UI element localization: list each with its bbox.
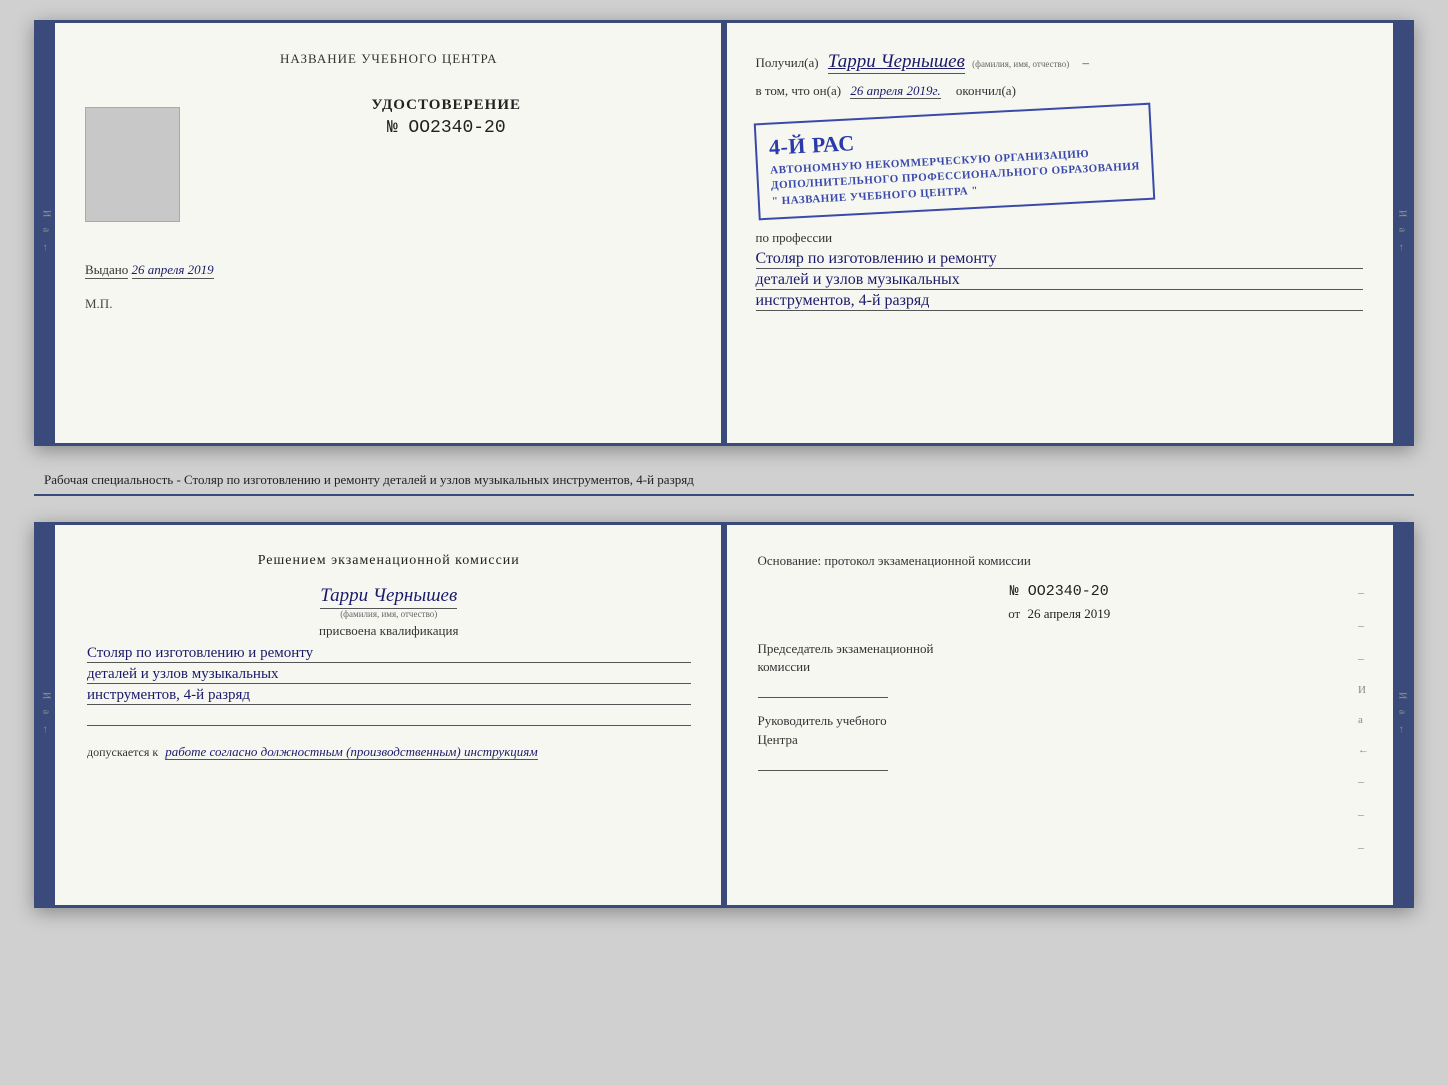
protocol-date-value: 26 апреля 2019 bbox=[1027, 606, 1110, 621]
profession-label: по профессии bbox=[756, 230, 1364, 246]
qualification-lines: Столяр по изготовлению и ремонту деталей… bbox=[87, 645, 691, 726]
dash2: – bbox=[1358, 618, 1369, 633]
bottom-right-page: Основание: протокол экзаменационной коми… bbox=[726, 525, 1394, 905]
chair-label: Председатель экзаменационной комиссии bbox=[758, 640, 1362, 676]
right-dashes: – – – И а ← – – – bbox=[1358, 585, 1369, 855]
tom-line: в том, что он(а) 26 апреля 2019г. окончи… bbox=[756, 83, 1364, 99]
bottom-document-spread: И а ← Решением экзаменационной комиссии … bbox=[34, 522, 1414, 908]
letter-a: а bbox=[1358, 714, 1369, 726]
qual-line3: инструментов, 4-й разряд bbox=[87, 687, 691, 705]
dash5: – bbox=[1358, 807, 1369, 822]
dash4: – bbox=[1358, 774, 1369, 789]
bottom-left-side-strip: И а ← bbox=[37, 525, 55, 905]
letter-i: И bbox=[1358, 684, 1369, 696]
head-label: Руководитель учебного Центра bbox=[758, 712, 1362, 748]
допуск-line: допускается к работе согласно должностны… bbox=[87, 744, 691, 760]
caption-text: Рабочая специальность - Столяр по изгото… bbox=[34, 472, 1414, 496]
person-hint: (фамилия, имя, отчество) bbox=[87, 609, 691, 619]
person-name-block: Тарри Чернышев (фамилия, имя, отчество) bbox=[87, 585, 691, 619]
recipient-line: Получил(а) Тарри Чернышев (фамилия, имя,… bbox=[756, 51, 1364, 73]
qual-line1: Столяр по изготовлению и ремонту bbox=[87, 645, 691, 663]
basis-title: Основание: протокол экзаменационной коми… bbox=[758, 553, 1362, 569]
protocol-date: от 26 апреля 2019 bbox=[758, 606, 1362, 622]
recipient-name: Тарри Чернышев bbox=[828, 51, 965, 74]
tom-label: в том, что он(а) bbox=[756, 83, 842, 98]
chair-label1: Председатель экзаменационной bbox=[758, 641, 934, 656]
bottom-left-strip-text: И а ← bbox=[41, 692, 52, 739]
decision-title: Решением экзаменационной комиссии bbox=[87, 553, 691, 569]
stamp-box: 4-й рас АВТОНОМНУЮ НЕКОММЕРЧЕСКУЮ ОРГАНИ… bbox=[753, 103, 1155, 221]
arrow-left: ← bbox=[1358, 744, 1369, 756]
profession-block: по профессии Столяр по изготовлению и ре… bbox=[756, 230, 1364, 311]
profession-line3: инструментов, 4-й разряд bbox=[756, 292, 1364, 311]
received-label: Получил(а) bbox=[756, 55, 819, 70]
issued-date: 26 апреля 2019 bbox=[132, 262, 214, 279]
profession-line1: Столяр по изготовлению и ремонту bbox=[756, 250, 1364, 269]
right-strip-text: И а ← bbox=[1397, 210, 1408, 257]
recipient-hint: (фамилия, имя, отчество) bbox=[972, 59, 1069, 69]
protocol-number: № OO2340-20 bbox=[758, 583, 1362, 600]
dash-separator: – bbox=[1082, 55, 1089, 70]
допуск-prefix: допускается к bbox=[87, 745, 158, 759]
head-label1: Руководитель учебного bbox=[758, 713, 887, 728]
date-value: 26 апреля 2019г. bbox=[850, 83, 940, 99]
dash3: – bbox=[1358, 651, 1369, 666]
date-prefix: от bbox=[1008, 606, 1020, 621]
top-document-spread: И а ← НАЗВАНИЕ УЧЕБНОГО ЦЕНТРА УДОСТОВЕР… bbox=[34, 20, 1414, 446]
dash1: – bbox=[1358, 585, 1369, 600]
person-name: Тарри Чернышев bbox=[320, 585, 457, 609]
left-strip-text: И а ← bbox=[41, 210, 52, 257]
issued-line: Выдано 26 апреля 2019 bbox=[85, 262, 693, 278]
qual-line2: деталей и узлов музыкальных bbox=[87, 666, 691, 684]
head-sign-block: Руководитель учебного Центра bbox=[758, 712, 1362, 770]
qual-blank-line bbox=[87, 708, 691, 726]
top-right-page: Получил(а) Тарри Чернышев (фамилия, имя,… bbox=[726, 23, 1394, 443]
org-name-title: НАЗВАНИЕ УЧЕБНОГО ЦЕНТРА bbox=[85, 51, 693, 67]
finished-label: окончил(а) bbox=[956, 83, 1016, 98]
bottom-right-strip-text: И а ← bbox=[1397, 692, 1408, 739]
dash6: – bbox=[1358, 840, 1369, 855]
chair-label2: комиссии bbox=[758, 659, 811, 674]
допуск-text: работе согласно должностным (производств… bbox=[165, 744, 537, 760]
head-label2: Центра bbox=[758, 732, 798, 747]
assigned-label: присвоена квалификация bbox=[87, 623, 691, 639]
left-side-strip: И а ← bbox=[37, 23, 55, 443]
chair-sign-block: Председатель экзаменационной комиссии bbox=[758, 640, 1362, 698]
bottom-left-page: Решением экзаменационной комиссии Тарри … bbox=[55, 525, 726, 905]
chair-sign-line bbox=[758, 680, 888, 698]
photo-placeholder bbox=[85, 107, 180, 222]
mp-line: М.П. bbox=[85, 296, 693, 312]
issued-label: Выдано bbox=[85, 262, 128, 279]
top-left-page: НАЗВАНИЕ УЧЕБНОГО ЦЕНТРА УДОСТОВЕРЕНИЕ №… bbox=[55, 23, 726, 443]
bottom-right-side-strip: И а ← bbox=[1393, 525, 1411, 905]
right-side-strip: И а ← bbox=[1393, 23, 1411, 443]
profession-line2: деталей и узлов музыкальных bbox=[756, 271, 1364, 290]
head-sign-line bbox=[758, 753, 888, 771]
mp-label: М.П. bbox=[85, 296, 112, 311]
